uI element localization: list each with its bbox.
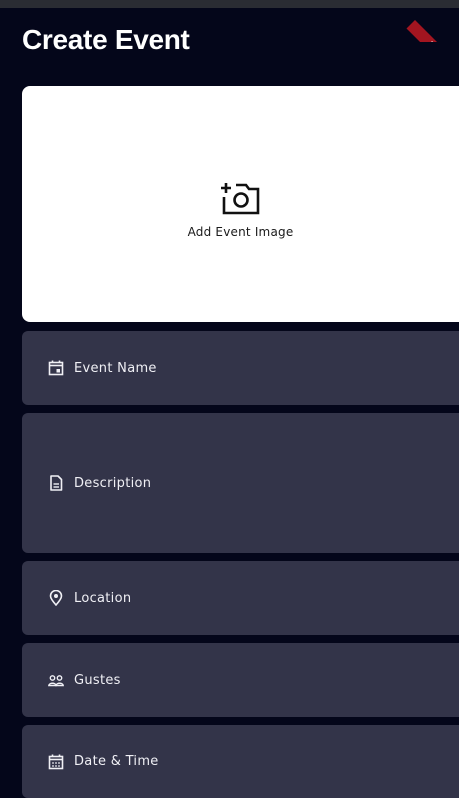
debug-banner: DEBUG [405, 8, 459, 42]
page-title: Create Event [22, 24, 190, 55]
add-event-image-label: Add Event Image [187, 225, 294, 239]
add-event-image-button[interactable]: Add Event Image [22, 86, 459, 322]
calendar-icon [48, 360, 64, 376]
location-label: Location [74, 590, 132, 606]
event-name-label: Event Name [74, 360, 157, 376]
event-name-field[interactable]: Event Name [22, 331, 459, 405]
date-time-field[interactable]: Date & Time [22, 725, 459, 798]
debug-banner-label: DEBUG [406, 20, 459, 42]
document-icon [50, 475, 63, 491]
calendar-clock-icon [48, 754, 64, 769]
guests-label: Gustes [74, 672, 121, 688]
status-bar [0, 0, 459, 8]
add-photo-icon [220, 183, 259, 215]
description-label: Description [74, 475, 152, 491]
location-pin-icon [49, 590, 63, 606]
guests-field[interactable]: Gustes [22, 643, 459, 717]
date-time-label: Date & Time [74, 754, 159, 769]
people-icon [48, 675, 64, 687]
create-event-screen: Create Event DEBUG Add Event Image Event… [0, 0, 459, 798]
location-field[interactable]: Location [22, 561, 459, 635]
description-field[interactable]: Description [22, 413, 459, 553]
